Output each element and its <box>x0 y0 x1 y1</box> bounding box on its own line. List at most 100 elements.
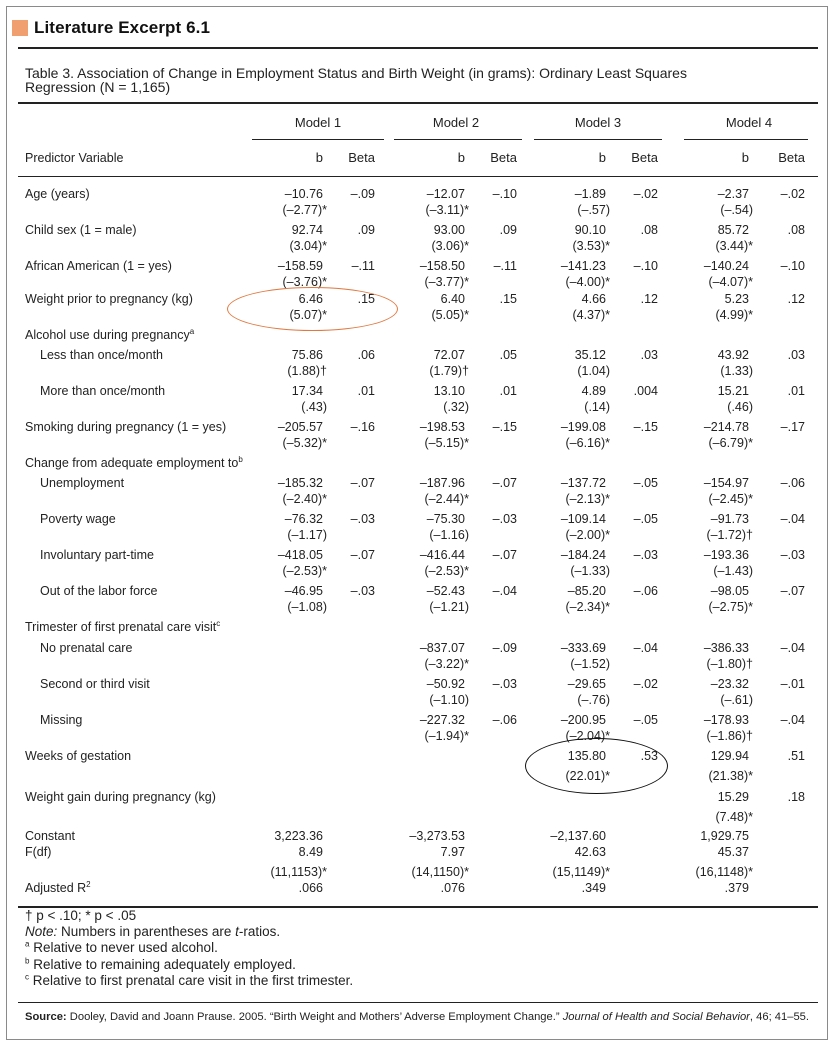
row-label: Second or third visit <box>40 676 150 692</box>
df-value: (15,1149)* <box>552 865 610 879</box>
t-ratio: (4.37)* <box>572 308 610 322</box>
t-ratio: (–2.44)* <box>424 492 469 506</box>
footnote-b-text: Relative to remaining adequately employe… <box>29 956 296 972</box>
row-label-text: Second or third visit <box>40 677 150 691</box>
t-ratio: (.43) <box>301 400 327 414</box>
t-ratio: (–1.08) <box>287 600 327 614</box>
t-ratio: (–2.40)* <box>282 492 327 506</box>
source-tail: , 46; 41–55. <box>749 1011 810 1023</box>
t-ratio: (–1.17) <box>287 528 327 542</box>
t-ratio: (–.54) <box>720 203 753 217</box>
constant-label: Constant <box>25 829 76 843</box>
df-value: (11,1153)* <box>270 865 327 879</box>
row-label: Age (years) <box>25 186 90 202</box>
t-ratio: (3.44)* <box>715 239 753 253</box>
t-ratio: (–2.77)* <box>282 203 327 217</box>
t-ratio: (–4.00)* <box>565 275 610 289</box>
coefficient-beta: –.02 <box>780 187 805 201</box>
row-label-text: Involuntary part-time <box>40 548 154 562</box>
row-label-text: Trimester of first prenatal care visit <box>25 620 217 634</box>
t-ratio: (–2.53)* <box>424 564 469 578</box>
table-notes: † p < .10; * p < .05 Note: Numbers in pa… <box>25 908 353 989</box>
footnote-a-text: Relative to never used alcohol. <box>29 940 218 956</box>
coefficient-beta: –.06 <box>780 476 805 490</box>
t-ratio: (–1.33) <box>570 564 610 578</box>
adjusted-r2-value: .066 <box>298 881 323 895</box>
row-label: African American (1 = yes) <box>25 258 172 274</box>
t-ratio: (–1.10) <box>429 693 469 707</box>
constant-value: 3,223.36 <box>274 829 323 843</box>
source-rule <box>18 1002 818 1003</box>
row-label-text: African American (1 = yes) <box>25 259 172 273</box>
df-value: (14,1150)* <box>411 865 469 879</box>
row-label-text: Unemployment <box>40 476 125 490</box>
adjusted-r2-label: Adjusted R2 <box>25 880 91 896</box>
coefficient-beta: .08 <box>787 223 805 237</box>
t-ratio: (–1.16) <box>429 528 469 542</box>
header-rule <box>18 47 818 49</box>
t-ratio: (–2.34)* <box>565 600 610 614</box>
row-label-text: More than once/month <box>40 384 166 398</box>
t-ratio: (–1.52) <box>570 657 610 671</box>
row-label: Alcohol use during pregnancya <box>25 327 194 343</box>
footnote-c: c Relative to first prenatal care visit … <box>25 973 353 989</box>
adjusted-r2-value: .379 <box>724 881 749 895</box>
t-ratio: (1.33) <box>720 364 753 378</box>
t-ratio: (–5.15)* <box>424 436 469 450</box>
row-label-footnote-mark: c <box>216 618 221 628</box>
source-label: Source: <box>25 1011 67 1023</box>
table-top-rule <box>18 102 818 104</box>
row-label-text: Out of the labor force <box>40 584 158 598</box>
t-ratio: (–3.77)* <box>424 275 469 289</box>
footnote-b: b Relative to remaining adequately emplo… <box>25 957 353 973</box>
row-label: Poverty wage <box>40 511 116 527</box>
t-ratio: (–2.00)* <box>565 528 610 542</box>
model-underline <box>394 139 522 140</box>
caption-line-2: Regression (N = 1,165) <box>25 79 171 95</box>
model-underline <box>252 139 384 140</box>
model-header: Model 2 <box>432 115 480 130</box>
t-ratio: (4.99)* <box>715 308 753 322</box>
row-label: Smoking during pregnancy (1 = yes) <box>25 419 226 435</box>
t-ratio: (–1.72)† <box>706 528 753 542</box>
model-header: Model 1 <box>294 115 342 130</box>
predictor-variable-header: Predictor Variable <box>25 151 124 165</box>
row-label: No prenatal care <box>40 640 132 656</box>
coefficient-beta: –.10 <box>780 259 805 273</box>
model-underline <box>684 139 808 140</box>
row-label-footnote-mark: a <box>189 326 195 336</box>
row-label: Trimester of first prenatal care visitc <box>25 619 220 635</box>
row-label-text: Change from adequate employment to <box>25 456 239 470</box>
t-ratio: (–2.45)* <box>708 492 753 506</box>
row-label-text: Less than once/month <box>40 348 163 362</box>
source-text: Dooley, David and Joann Prause. 2005. “B… <box>66 1011 563 1023</box>
t-ratio: (–3.22)* <box>424 657 469 671</box>
significance-note: † p < .10; * p < .05 <box>25 908 353 924</box>
b-column-header: b <box>457 150 465 165</box>
ratio-note: Note: Numbers in parentheses are t-ratio… <box>25 924 353 940</box>
row-label-text: Weight prior to pregnancy (kg) <box>25 292 193 306</box>
row-label: Missing <box>40 712 82 728</box>
t-ratio: (–6.16)* <box>565 436 610 450</box>
source-line: Source: Dooley, David and Joann Prause. … <box>25 1011 809 1023</box>
t-ratio: (.46) <box>727 400 753 414</box>
row-label-text: Age (years) <box>25 187 90 201</box>
header-bottom-rule <box>18 176 818 177</box>
coefficient-beta: –.17 <box>780 420 805 434</box>
orange-square-icon <box>12 20 28 36</box>
coefficient-beta: .03 <box>787 348 805 362</box>
row-label: Weight gain during pregnancy (kg) <box>25 789 216 805</box>
row-label: More than once/month <box>40 383 165 399</box>
coefficient-beta: .51 <box>787 749 805 763</box>
f-value: 45.37 <box>717 845 749 859</box>
adjusted-r2-value: .076 <box>440 881 465 895</box>
significance-text: † p < .10; * p < .05 <box>25 908 137 923</box>
t-ratio: (.32) <box>443 400 469 414</box>
constant-value: –3,273.53 <box>409 829 465 843</box>
df-value: (16,1148)* <box>695 865 753 879</box>
t-ratio: (–.76) <box>577 693 610 707</box>
adjusted-r2-value: .349 <box>581 881 606 895</box>
note-text: Numbers in parentheses are <box>57 924 236 940</box>
t-ratio: (1.88)† <box>287 364 327 378</box>
t-ratio: (–2.53)* <box>282 564 327 578</box>
